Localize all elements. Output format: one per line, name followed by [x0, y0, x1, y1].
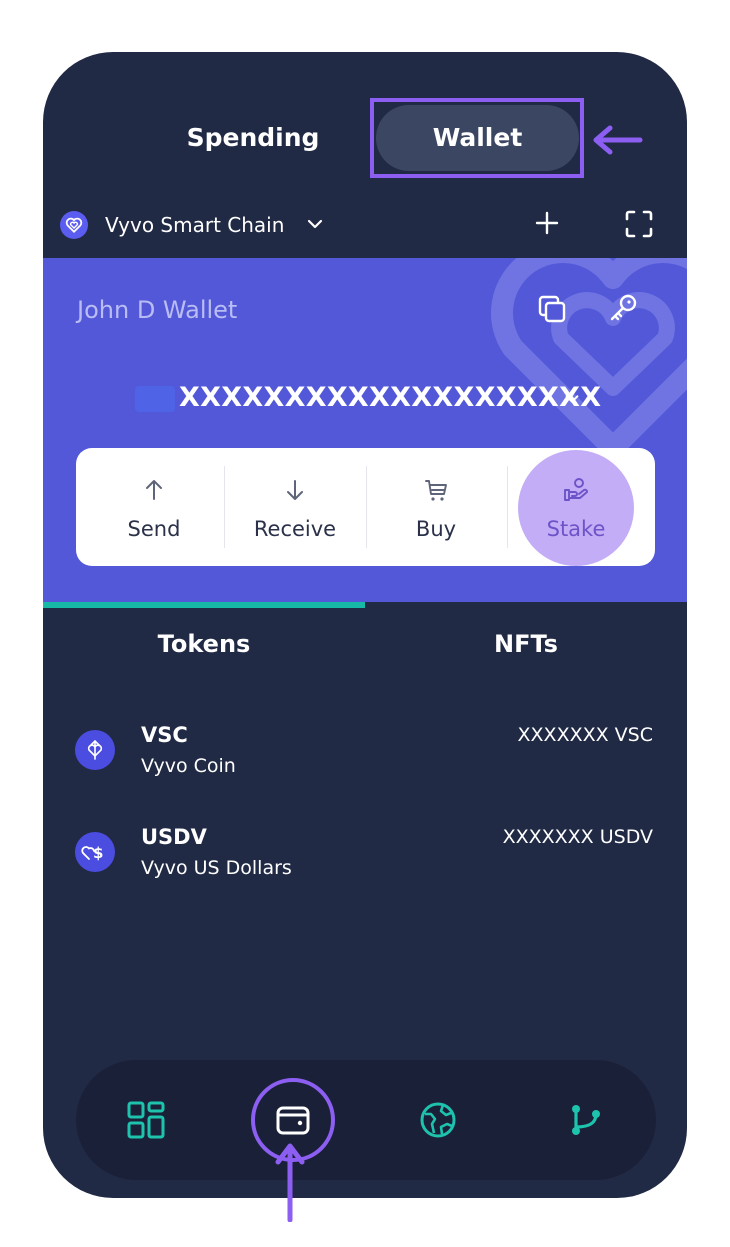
action-bar: Send Receive Buy Stake [76, 448, 655, 566]
globe-icon [420, 1102, 456, 1138]
token-symbol: VSC [141, 723, 188, 747]
token-row-vsc[interactable]: VSC Vyvo Coin XXXXXXX VSC [43, 720, 687, 800]
bottom-nav [76, 1060, 656, 1180]
arrow-up-icon [146, 480, 162, 500]
arrow-left-icon [593, 125, 643, 155]
copy-icon[interactable] [537, 294, 567, 324]
dashboard-icon [127, 1101, 165, 1139]
plus-icon[interactable] [533, 209, 561, 237]
usdv-icon: $ [75, 832, 115, 872]
wallet-tab-highlight-box [370, 98, 584, 178]
token-balance: XXXXXXX VSC [517, 724, 653, 746]
tab-spending[interactable]: Spending [183, 112, 323, 164]
buy-label: Buy [415, 517, 457, 541]
nav-dashboard[interactable] [116, 1090, 176, 1150]
wallet-name: John D Wallet [77, 296, 238, 324]
chain-logo-icon [60, 211, 88, 239]
nav-activity[interactable] [556, 1090, 616, 1150]
vyvo-coin-icon [75, 730, 115, 770]
token-name: Vyvo US Dollars [141, 857, 292, 879]
scan-icon[interactable] [623, 208, 655, 240]
send-button[interactable]: Send [84, 448, 224, 566]
wallet-card: John D Wallet XXXXXXXXXXXXXXXXXXXX Send [43, 258, 687, 602]
stake-button[interactable]: Stake [506, 448, 646, 566]
token-symbol: USDV [141, 825, 207, 849]
receive-label: Receive [253, 517, 337, 541]
receive-button[interactable]: Receive [225, 448, 365, 566]
chevron-down-icon[interactable] [563, 390, 581, 408]
send-label: Send [127, 517, 181, 541]
address-avatar [135, 386, 175, 412]
chain-selector[interactable]: Vyvo Smart Chain [105, 210, 284, 240]
arrow-down-icon [287, 480, 303, 500]
token-name: Vyvo Coin [141, 755, 236, 777]
tab-nfts[interactable]: NFTs [365, 622, 687, 666]
chain-row: Vyvo Smart Chain [43, 200, 687, 258]
wallet-address[interactable]: XXXXXXXXXXXXXXXXXXXX [179, 376, 601, 420]
chevron-down-icon[interactable] [305, 214, 325, 234]
tab-tokens[interactable]: Tokens [43, 622, 365, 666]
token-row-usdv[interactable]: $ USDV Vyvo US Dollars XXXXXXX USDV [43, 822, 687, 902]
phone-screen: Spending Wallet Vyvo Smart Chain John D … [43, 52, 687, 1198]
buy-button[interactable]: Buy [366, 448, 506, 566]
token-balance: XXXXXXX USDV [502, 826, 653, 848]
token-tabs: Tokens NFTs [43, 602, 687, 682]
nav-explore[interactable] [408, 1090, 468, 1150]
stake-label: Stake [546, 517, 606, 541]
key-icon[interactable] [607, 292, 639, 324]
active-tab-indicator [43, 602, 365, 608]
svg-text:$: $ [93, 844, 103, 862]
arrow-up-annotation-icon [275, 1143, 305, 1222]
branch-icon [572, 1105, 600, 1135]
stake-hand-icon [564, 478, 588, 501]
heart-watermark-icon [490, 258, 687, 458]
wallet-icon [276, 1106, 310, 1135]
cart-icon [425, 480, 447, 501]
